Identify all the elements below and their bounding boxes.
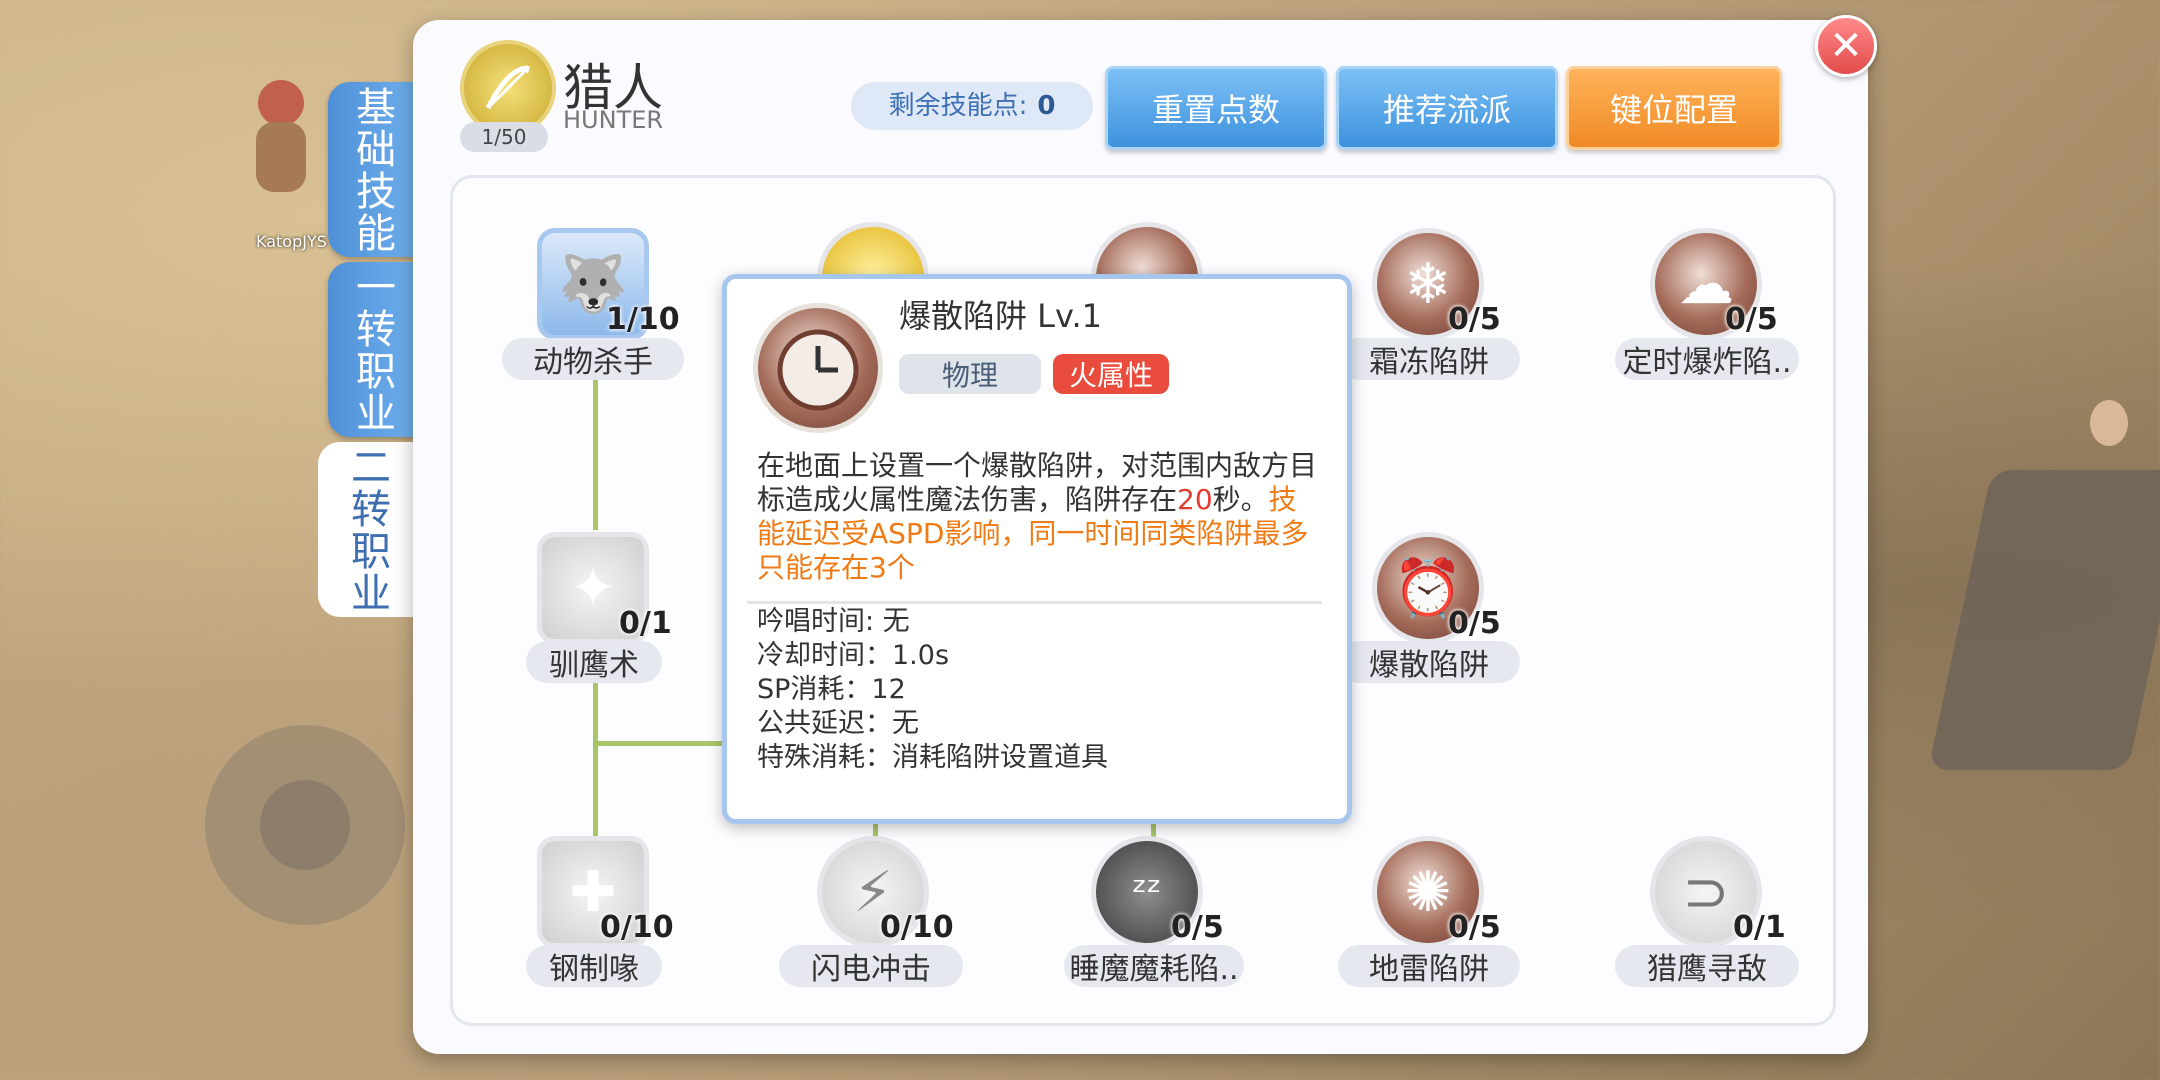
skill-count: 0/5 [1448,606,1501,641]
tree-connector [593,680,598,840]
skill-name: 爆散陷阱 [1338,641,1520,683]
stat-cast-time: 吟唱时间: 无 [757,606,910,637]
player-character [240,60,320,220]
egg-item[interactable] [2090,400,2128,446]
tooltip-stats: 吟唱时间: 无 冷却时间：1.0s SP消耗：12 公共延迟：无 特殊消耗：消耗… [757,605,1108,775]
skill-name: 霜冻陷阱 [1338,338,1520,380]
clock-icon [753,303,883,433]
stat-sp-cost: SP消耗：12 [757,674,906,705]
close-button[interactable]: ✕ [1815,15,1877,77]
class-level: 1/50 [460,122,548,152]
tooltip-tag-element: 火属性 [1053,354,1169,394]
skill-count: 0/1 [619,606,672,641]
skill-count: 0/5 [1171,910,1224,945]
skill-tooltip: 爆散陷阱 Lv.1 物理 火属性 在地面上设置一个爆散陷阱，对范围内敌方目标造成… [722,274,1352,824]
tooltip-description: 在地面上设置一个爆散陷阱，对范围内敌方目标造成火属性魔法伤害，陷阱存在20秒。技… [757,449,1318,584]
stat-cooldown: 冷却时间：1.0s [757,640,950,671]
skill-name: 闪电冲击 [779,945,963,987]
class-name-en: HUNTER [563,106,664,134]
skill-count: 0/10 [600,910,674,945]
stat-global-delay: 公共延迟：无 [757,708,919,739]
skill-name: 动物杀手 [502,338,684,380]
skill-count: 1/10 [606,302,680,337]
skill-count: 0/5 [1448,302,1501,337]
skill-count: 0/5 [1725,302,1778,337]
skill-count: 0/5 [1448,910,1501,945]
keybind-config-button[interactable]: 键位配置 [1566,66,1782,150]
reset-points-button[interactable]: 重置点数 [1105,66,1327,150]
tooltip-title: 爆散陷阱 Lv.1 [899,297,1102,335]
skill-name: 定时爆炸陷.. [1615,338,1799,380]
skill-count: 0/1 [1733,910,1786,945]
skill-count: 0/10 [880,910,954,945]
player-name: KatopJYS [256,232,327,251]
virtual-joystick[interactable] [205,725,405,925]
skill-points-display: 剩余技能点: 0 [851,82,1093,130]
recommend-build-button[interactable]: 推荐流派 [1336,66,1558,150]
tab-second-job[interactable]: 二转职业 [318,442,416,617]
skill-name: 猎鹰寻敌 [1615,945,1799,987]
tooltip-tag-type: 物理 [899,354,1041,394]
tab-first-job[interactable]: 一转职业 [328,262,416,437]
skill-name: 睡魔魔耗陷.. [1064,945,1244,987]
joystick-knob[interactable] [260,780,350,870]
stat-special-cost: 特殊消耗：消耗陷阱设置道具 [757,742,1108,773]
skill-name: 地雷陷阱 [1338,945,1520,987]
tooltip-divider [747,601,1322,604]
skill-name: 驯鹰术 [526,641,662,683]
tree-connector [593,380,598,530]
rock-decoration [1928,470,2160,770]
skill-name: 钢制喙 [526,945,662,987]
tree-connector [593,741,733,746]
tab-basic-skills[interactable]: 基础技能 [328,82,416,257]
